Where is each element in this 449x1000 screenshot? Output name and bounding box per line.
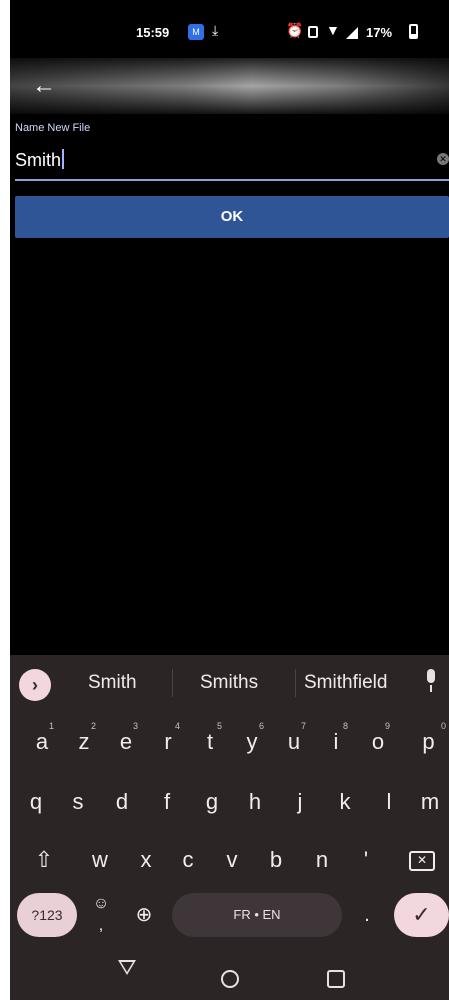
key-j[interactable]: j: [280, 777, 320, 827]
ok-button[interactable]: OK: [15, 196, 449, 238]
key-d[interactable]: d: [102, 777, 142, 827]
key-k[interactable]: k: [325, 777, 365, 827]
key-v[interactable]: v: [212, 835, 252, 885]
nav-home-icon[interactable]: [221, 970, 239, 988]
space-key[interactable]: FR • EN: [172, 893, 342, 937]
suggestion-divider: [172, 669, 173, 697]
suggestion-bar: › Smith Smiths Smithfield: [10, 655, 449, 711]
clear-text-icon[interactable]: ✕: [437, 153, 449, 165]
nav-back-icon[interactable]: [118, 960, 136, 975]
suggestion-2[interactable]: Smiths: [200, 672, 258, 694]
key-f[interactable]: f: [147, 777, 187, 827]
key-w[interactable]: w: [80, 835, 120, 885]
key-z[interactable]: z2: [64, 717, 104, 767]
key-x[interactable]: x: [126, 835, 166, 885]
app-notification-icon: M: [188, 24, 204, 40]
app-bar: ←: [10, 58, 449, 114]
field-label: Name New File: [15, 122, 91, 134]
suggestion-3[interactable]: Smithfield: [304, 672, 387, 694]
wifi-icon: ▼: [326, 22, 340, 38]
suggestion-divider: [295, 669, 296, 697]
key-g[interactable]: g: [192, 777, 232, 827]
key-n[interactable]: n: [302, 835, 342, 885]
key-comma: ,: [98, 917, 104, 934]
navigation-bar: [10, 946, 449, 1000]
backspace-icon[interactable]: ✕: [402, 835, 442, 885]
key-e[interactable]: e3: [106, 717, 146, 767]
battery-icon: [409, 24, 418, 39]
emoji-comma-key[interactable]: ☺ ,: [86, 893, 116, 937]
file-name-input[interactable]: Smith ✕: [15, 145, 449, 181]
battery-percent: 17%: [366, 25, 393, 40]
key-o[interactable]: o9: [358, 717, 398, 767]
suggestion-1[interactable]: Smith: [88, 672, 137, 694]
key-l[interactable]: l: [369, 777, 409, 827]
nav-recents-icon[interactable]: [327, 970, 345, 988]
expand-icon[interactable]: ›: [19, 669, 51, 701]
globe-icon[interactable]: ⊕: [126, 893, 162, 937]
key-b[interactable]: b: [256, 835, 296, 885]
key-row-1: a1 z2 e3 r4 t5 y6 u7 i8 o9 p0: [10, 717, 449, 767]
status-time: 15:59: [136, 25, 170, 40]
key-u[interactable]: u7: [274, 717, 314, 767]
key-period[interactable]: .: [352, 893, 382, 937]
key-q[interactable]: q: [16, 777, 56, 827]
key-h[interactable]: h: [235, 777, 275, 827]
back-arrow-icon[interactable]: ←: [30, 72, 58, 100]
key-row-2: q s d f g h j k l m: [10, 777, 449, 827]
shift-icon[interactable]: ⇧: [24, 835, 64, 885]
microphone-icon[interactable]: [422, 667, 440, 697]
checkmark-icon[interactable]: ✓: [394, 893, 449, 937]
key-c[interactable]: c: [168, 835, 208, 885]
status-bar: 15:59 M ⤓ ⏰ ▼ 17%: [10, 0, 449, 60]
signal-icon: [346, 27, 358, 39]
key-apostrophe[interactable]: ': [346, 835, 386, 885]
key-i[interactable]: i8: [316, 717, 356, 767]
emoji-icon: ☺: [92, 895, 110, 912]
key-r[interactable]: r4: [148, 717, 188, 767]
key-numbers[interactable]: ?123: [17, 893, 77, 937]
key-p[interactable]: p0: [408, 717, 449, 767]
file-name-value[interactable]: Smith: [15, 149, 65, 171]
key-y[interactable]: y6: [232, 717, 272, 767]
key-a[interactable]: a1: [22, 717, 62, 767]
text-caret: [62, 149, 65, 169]
alarm-icon: ⏰: [286, 22, 304, 38]
download-icon: ⤓: [212, 22, 219, 38]
key-m[interactable]: m: [411, 777, 449, 827]
key-row-4: ?123 ☺ , ⊕ FR • EN . ✓: [10, 893, 449, 941]
phone-screen: 15:59 M ⤓ ⏰ ▼ 17% ← Name New File Smith …: [10, 0, 449, 1000]
key-s[interactable]: s: [58, 777, 98, 827]
key-t[interactable]: t5: [190, 717, 230, 767]
key-row-3: ⇧ w x c v b n ' ✕: [10, 835, 449, 885]
vibrate-icon: [308, 26, 318, 38]
